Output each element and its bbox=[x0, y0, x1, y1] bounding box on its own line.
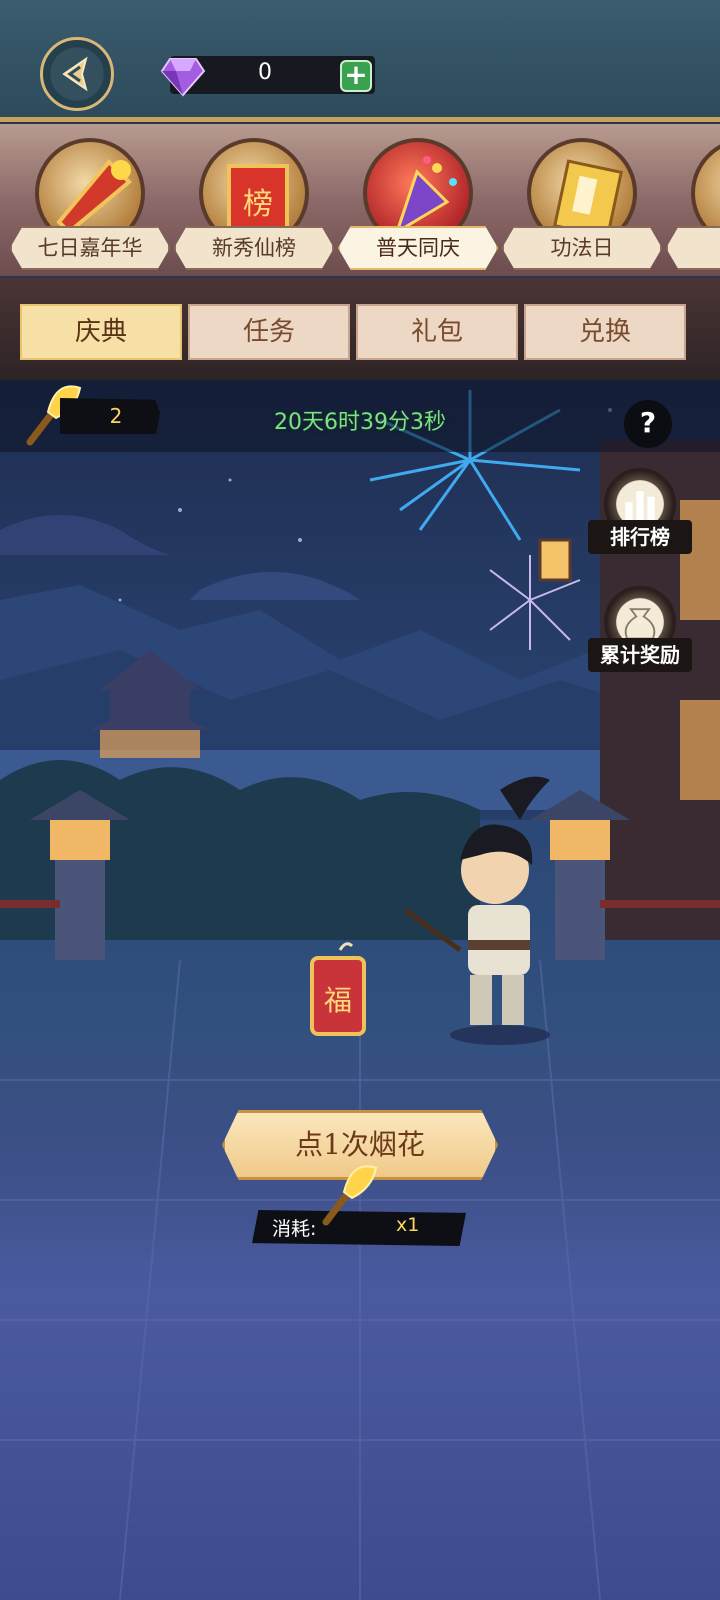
tab-bar: 庆典 任务 礼包 兑换 bbox=[0, 278, 720, 380]
torch-icon bbox=[322, 1165, 378, 1226]
event-celebration[interactable]: 普天同庆 bbox=[338, 138, 498, 270]
event-technique-day[interactable]: 功法日 bbox=[502, 138, 662, 270]
event-strip: 七日嘉年华 榜 新秀仙榜 普天同庆 功法日 bbox=[0, 124, 720, 276]
event-label: 七 bbox=[666, 226, 720, 270]
top-bar: 0 + bbox=[0, 0, 720, 122]
ranking-label: 排行榜 bbox=[588, 520, 692, 554]
torch-count: 2 bbox=[109, 404, 123, 428]
ranking-button[interactable]: 排行榜 bbox=[588, 468, 692, 568]
cost-label: 消耗: bbox=[272, 1218, 317, 1240]
back-button[interactable] bbox=[40, 37, 114, 111]
event-countdown: 20天6时39分3秒 bbox=[274, 410, 446, 435]
event-seven-day-carnival[interactable]: 七日嘉年华 bbox=[10, 138, 170, 270]
event-partial[interactable]: 七 bbox=[666, 138, 720, 270]
back-arrow-icon bbox=[62, 56, 88, 92]
gem-count: 0 bbox=[258, 60, 272, 85]
event-label: 新秀仙榜 bbox=[174, 226, 334, 270]
cumulative-rewards-button[interactable]: 累计奖励 bbox=[588, 586, 692, 686]
help-button[interactable]: ? bbox=[624, 400, 672, 448]
tab-ceremony[interactable]: 庆典 bbox=[20, 304, 182, 360]
tab-exchange[interactable]: 兑换 bbox=[524, 304, 686, 360]
firecracker: 福 bbox=[310, 942, 366, 1036]
event-rookie-ranking[interactable]: 榜 新秀仙榜 bbox=[174, 138, 334, 270]
event-label: 普天同庆 bbox=[338, 226, 498, 270]
tab-gift-packs[interactable]: 礼包 bbox=[356, 304, 518, 360]
svg-text:榜: 榜 bbox=[243, 187, 273, 222]
tab-tasks[interactable]: 任务 bbox=[188, 304, 350, 360]
svg-text:福: 福 bbox=[324, 984, 352, 1017]
cost-amount: x1 bbox=[396, 1214, 420, 1236]
diamond-icon bbox=[160, 58, 206, 97]
add-gems-button[interactable]: + bbox=[340, 60, 372, 92]
event-label: 功法日 bbox=[502, 226, 662, 270]
event-label: 七日嘉年华 bbox=[10, 226, 170, 270]
cumulative-rewards-label: 累计奖励 bbox=[588, 638, 692, 672]
